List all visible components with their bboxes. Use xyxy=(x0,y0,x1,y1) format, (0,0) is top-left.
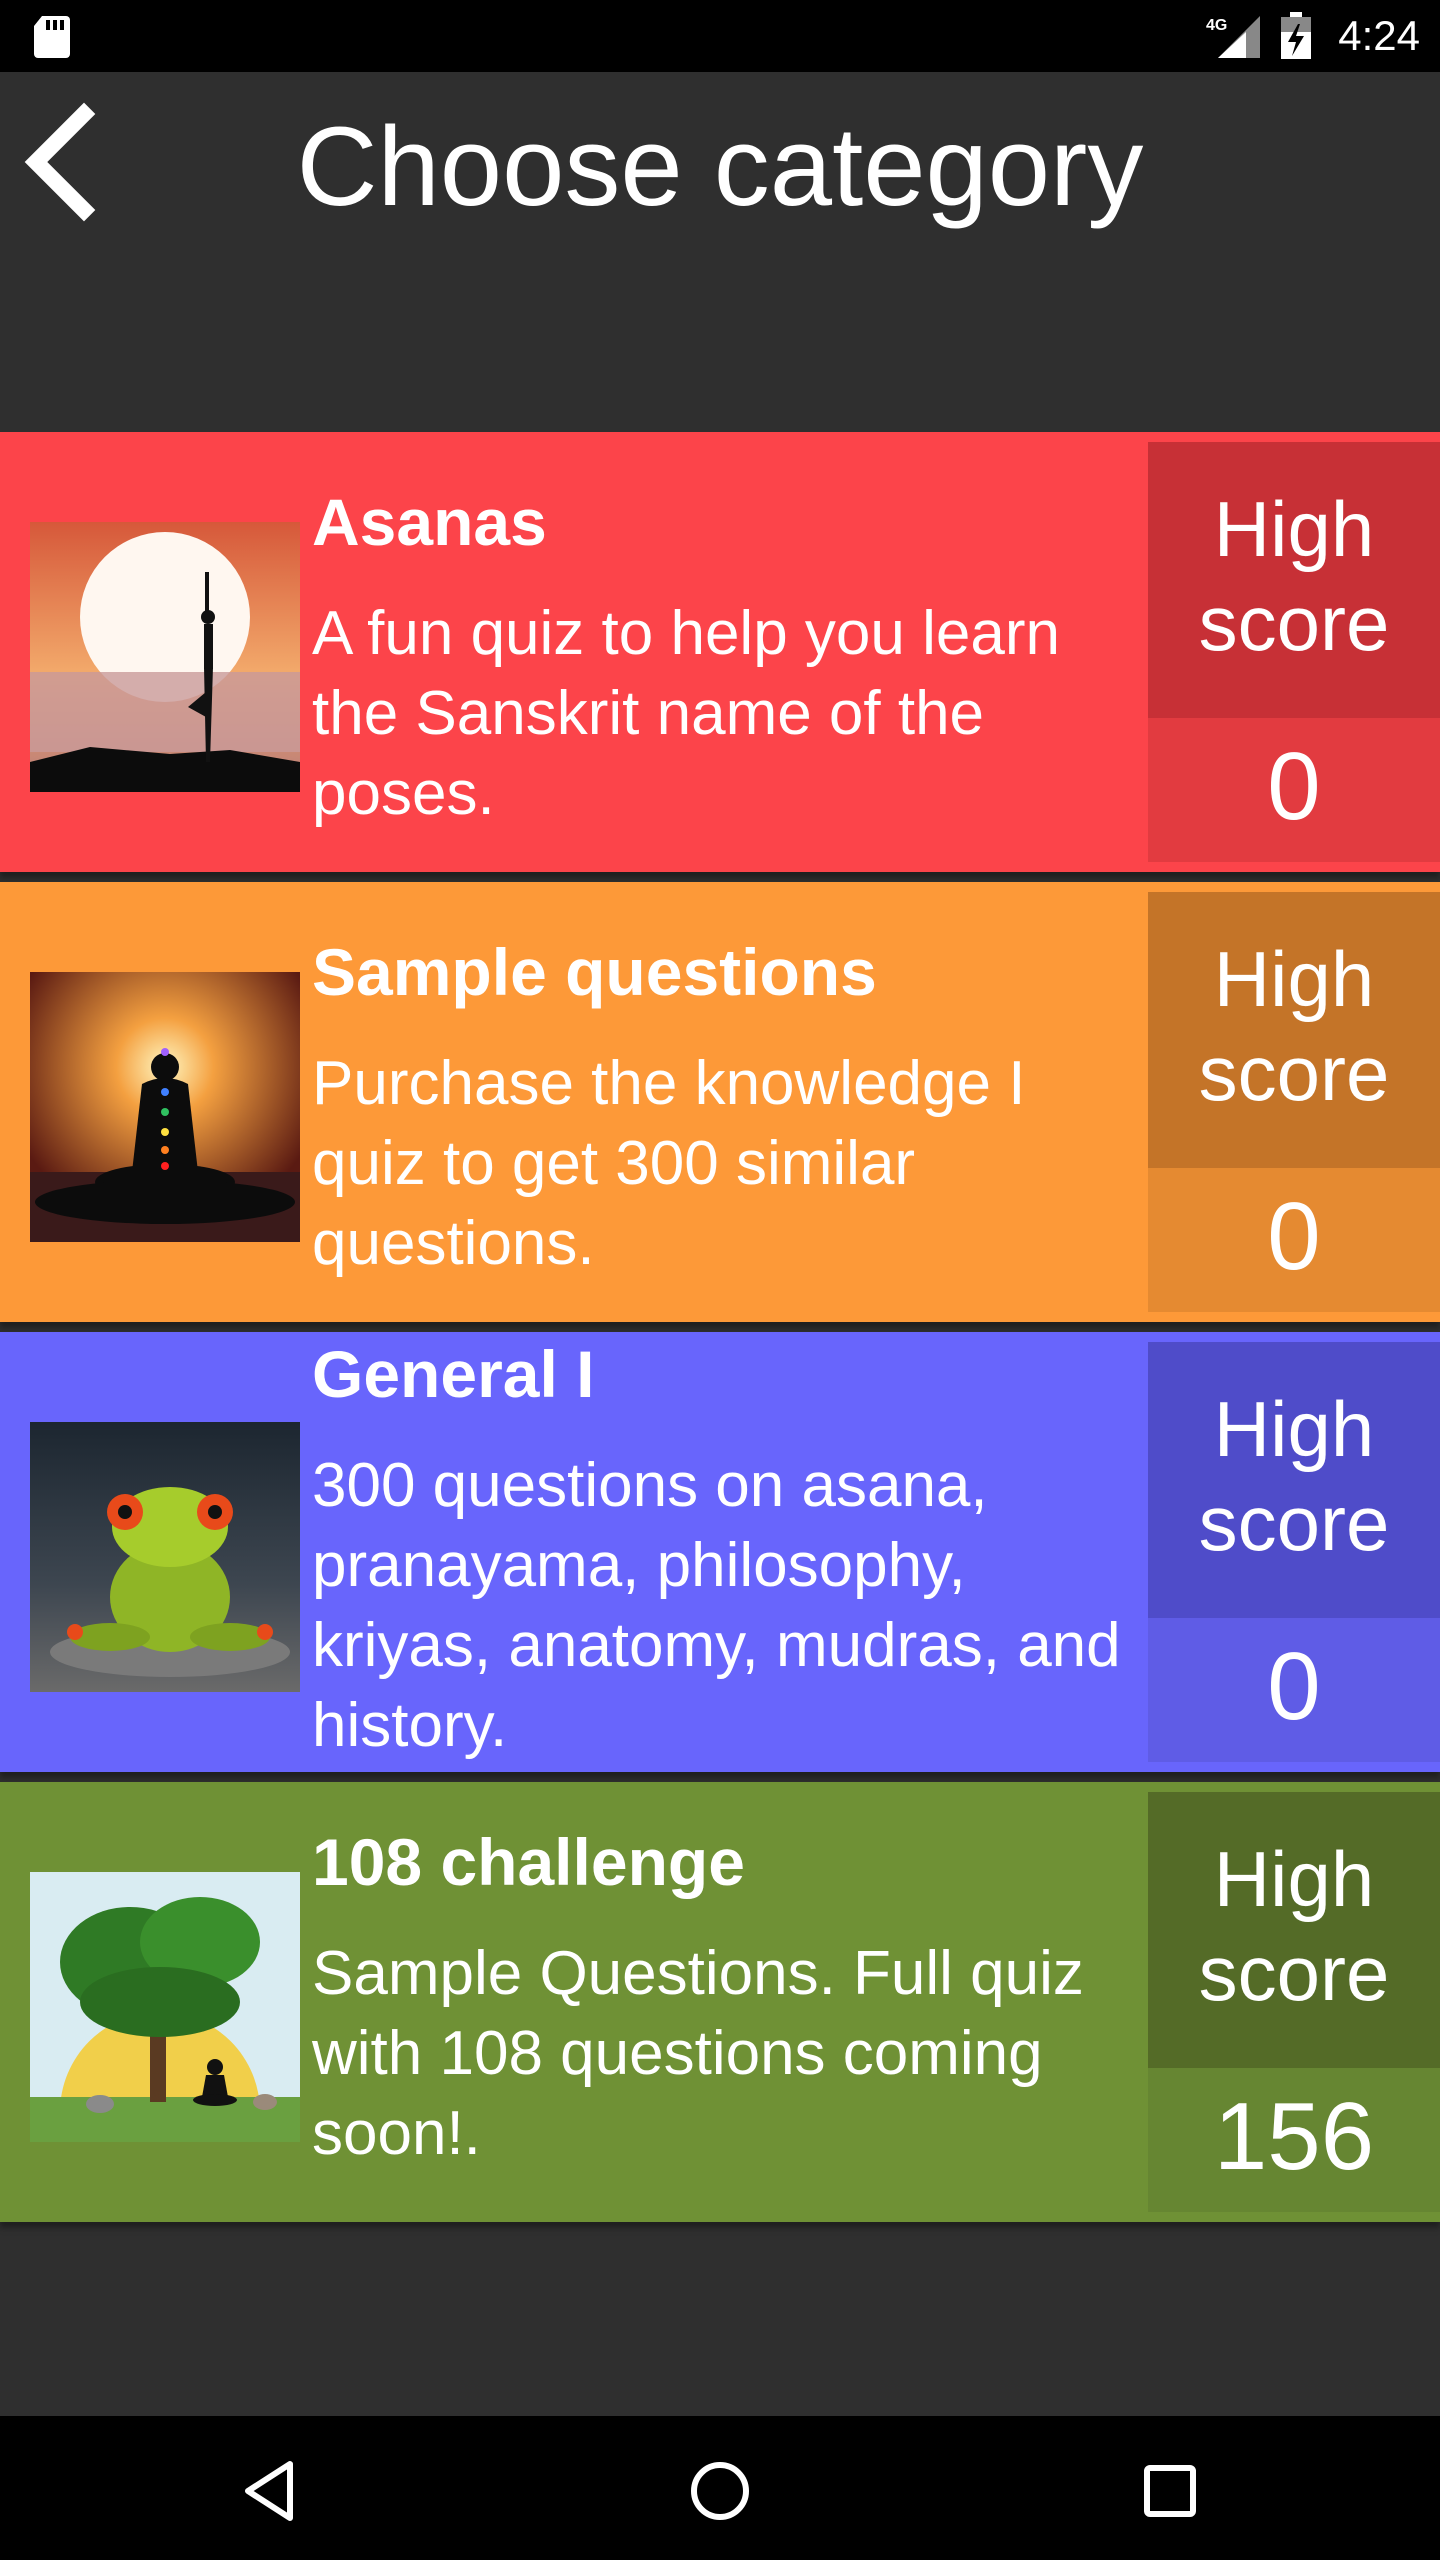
high-score-value: 0 xyxy=(1267,733,1321,840)
category-content: 108 challenge Sample Questions. Full qui… xyxy=(0,1782,1146,2202)
high-score-value: 156 xyxy=(1213,2083,1375,2190)
category-title: 108 challenge xyxy=(312,1825,745,1899)
signal-icon: 4G xyxy=(1206,16,1260,58)
navigation-bar xyxy=(0,2416,1440,2560)
category-image xyxy=(30,522,300,792)
svg-text:4G: 4G xyxy=(1206,17,1227,34)
back-button[interactable] xyxy=(14,102,104,222)
category-description: A fun quiz to help you learn the Sanskri… xyxy=(312,599,1060,828)
category-description: 300 questions on asana, pranayama, philo… xyxy=(312,1451,1121,1760)
nav-recents-button[interactable] xyxy=(1135,2456,1205,2526)
high-score-box: High score 156 xyxy=(1148,1792,1440,2212)
high-score-box: High score 0 xyxy=(1148,892,1440,1312)
battery-icon xyxy=(1281,12,1311,59)
category-description: Sample Questions. Full quiz with 108 que… xyxy=(312,1939,1084,2168)
high-score-value: 0 xyxy=(1267,1633,1321,1740)
category-image xyxy=(30,1422,300,1692)
clock: 4:24 xyxy=(1338,12,1420,59)
category-card-sample-questions[interactable]: Sample questions Purchase the knowledge … xyxy=(0,882,1440,1322)
category-card-general-i[interactable]: General I 300 questions on asana, pranay… xyxy=(0,1332,1440,1772)
status-bar: 4G 4:24 xyxy=(0,0,1440,72)
nav-back-button[interactable] xyxy=(236,2456,306,2526)
nav-home-button[interactable] xyxy=(685,2456,755,2526)
high-score-box: High score 0 xyxy=(1148,1342,1440,1762)
high-score-label: High score xyxy=(1198,935,1390,1117)
home-circle-icon xyxy=(691,2462,749,2520)
app-header: Choose category xyxy=(0,72,1440,430)
back-triangle-icon xyxy=(245,2461,293,2521)
category-description: Purchase the knowledge I quiz to get 300… xyxy=(312,1049,1026,1278)
high-score-value: 0 xyxy=(1267,1183,1321,1290)
chevron-left-icon xyxy=(24,102,96,222)
category-card-108-challenge[interactable]: 108 challenge Sample Questions. Full qui… xyxy=(0,1782,1440,2222)
page-title: Choose category xyxy=(296,104,1144,229)
category-image xyxy=(30,972,300,1242)
high-score-box: High score 0 xyxy=(1148,442,1440,862)
category-image xyxy=(30,1872,300,2142)
high-score-label: High score xyxy=(1198,485,1390,667)
high-score-label: High score xyxy=(1198,1835,1390,2017)
category-title: Sample questions xyxy=(312,935,877,1009)
recents-square-icon xyxy=(1144,2465,1196,2517)
category-content: Asanas A fun quiz to help you learn the … xyxy=(0,432,1146,852)
high-score-label: High score xyxy=(1198,1385,1390,1567)
category-content: General I 300 questions on asana, pranay… xyxy=(0,1332,1146,1760)
category-title: Asanas xyxy=(312,485,547,559)
category-content: Sample questions Purchase the knowledge … xyxy=(0,882,1146,1302)
category-title: General I xyxy=(312,1337,595,1411)
category-card-asanas[interactable]: Asanas A fun quiz to help you learn the … xyxy=(0,432,1440,872)
sd-card-icon xyxy=(34,16,70,58)
